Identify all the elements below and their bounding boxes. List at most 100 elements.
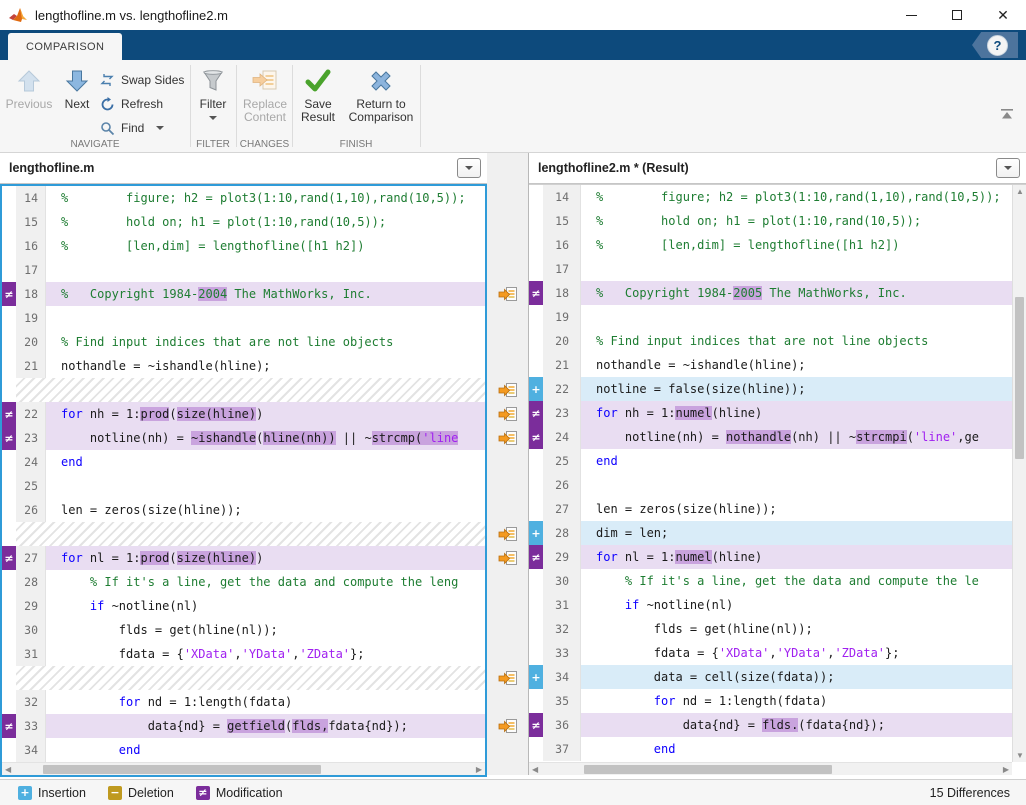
tab-comparison[interactable]: COMPARISON [8, 33, 122, 60]
insertion-marker: + [529, 521, 543, 545]
arrow-down-icon [63, 67, 91, 95]
code-text [46, 258, 485, 282]
chevron-down-icon [1004, 166, 1012, 170]
marker-spacer [2, 642, 16, 666]
code-line: 32 for nd = 1:length(fdata) [2, 690, 485, 714]
marker-spacer [529, 593, 543, 617]
scroll-left-icon[interactable]: ◀ [5, 765, 11, 774]
left-horizontal-scrollbar[interactable]: ◀ ▶ [2, 762, 485, 775]
merge-change-button[interactable] [498, 430, 518, 447]
marker-spacer [2, 450, 16, 474]
line-number: 27 [543, 497, 581, 521]
code-line: 26len = zeros(size(hline)); [2, 498, 485, 522]
modification-marker: ≠ [2, 402, 16, 426]
scrollbar-thumb[interactable] [43, 765, 321, 774]
code-text: for nh = 1:numel(hline) [581, 401, 1012, 425]
collapse-ribbon-button[interactable] [1000, 108, 1014, 120]
right-horizontal-scrollbar[interactable]: ◀ ▶ [529, 762, 1012, 775]
line-number: 32 [543, 617, 581, 641]
line-number: 20 [543, 329, 581, 353]
scroll-down-icon[interactable]: ▼ [1013, 751, 1026, 760]
minimize-icon [906, 15, 917, 16]
merge-change-button[interactable] [498, 718, 518, 735]
minimize-button[interactable] [888, 0, 934, 30]
close-button[interactable]: ✕ [980, 0, 1026, 30]
code-text: for nh = 1:prod(size(hline)) [46, 402, 485, 426]
code-text: end [46, 738, 485, 762]
refresh-icon [98, 96, 116, 112]
code-text: notline = false(size(hline)); [581, 377, 1012, 401]
line-number: 33 [543, 641, 581, 665]
code-line: 20% Find input indices that are not line… [529, 329, 1012, 353]
code-line: 34 end [2, 738, 485, 762]
merge-change-button[interactable] [498, 670, 518, 687]
code-text: nothandle = ~ishandle(hline); [46, 354, 485, 378]
line-number: 14 [543, 185, 581, 209]
left-pane-menu-button[interactable] [457, 158, 481, 178]
line-number: 20 [16, 330, 46, 354]
code-line: 32 flds = get(hline(nl)); [529, 617, 1012, 641]
line-number: 24 [543, 425, 581, 449]
modification-marker: ≠ [2, 282, 16, 306]
code-text: % hold on; h1 = plot(1:10,rand(10,5)); [581, 209, 1012, 233]
save-result-button[interactable]: Save Result [295, 62, 341, 124]
merge-change-button[interactable] [498, 550, 518, 567]
diff-placeholder-row [2, 666, 485, 690]
code-text: % Find input indices that are not line o… [46, 330, 485, 354]
help-button[interactable]: ? [972, 32, 1018, 58]
marker-spacer [529, 233, 543, 257]
code-text: for nd = 1:length(fdata) [581, 689, 1012, 713]
right-code-pane[interactable]: 14% figure; h2 = plot3(1:10,rand(1,10),r… [529, 184, 1026, 775]
line-number: 25 [16, 474, 46, 498]
marker-spacer [529, 209, 543, 233]
merge-change-button[interactable] [498, 382, 518, 399]
code-line: 19 [529, 305, 1012, 329]
scroll-right-icon[interactable]: ▶ [1003, 765, 1009, 774]
scroll-right-icon[interactable]: ▶ [476, 765, 482, 774]
legend-item-modification: ≠Modification [196, 786, 283, 800]
scrollbar-thumb[interactable] [584, 765, 832, 774]
code-text: data = cell(size(fdata)); [581, 665, 1012, 689]
scroll-left-icon[interactable]: ◀ [532, 765, 538, 774]
merge-change-button[interactable] [498, 406, 518, 423]
code-text: for nl = 1:numel(hline) [581, 545, 1012, 569]
return-to-comparison-button[interactable]: Return to Comparison [345, 62, 417, 124]
modification-marker: ≠ [529, 545, 543, 569]
filter-button[interactable]: Filter [193, 62, 233, 120]
filter-dropdown-caret[interactable] [209, 116, 217, 120]
scroll-up-icon[interactable]: ▲ [1013, 187, 1026, 196]
code-line: 24end [2, 450, 485, 474]
previous-button[interactable]: Previous [4, 62, 54, 111]
code-text [46, 306, 485, 330]
modification-marker: ≠ [529, 713, 543, 737]
code-text [581, 257, 1012, 281]
swap-sides-button[interactable]: Swap Sides [98, 68, 190, 92]
merge-change-button[interactable] [498, 526, 518, 543]
marker-spacer [529, 305, 543, 329]
section-label-finish: FINISH [293, 139, 419, 150]
line-number: 28 [16, 570, 46, 594]
replace-content-button[interactable]: Replace Content [239, 62, 291, 124]
left-code-pane[interactable]: 14% figure; h2 = plot3(1:10,rand(1,10),r… [0, 184, 487, 777]
ribbon-group-navigate: Previous Next Swap Sides [0, 60, 190, 152]
find-dropdown-caret[interactable] [156, 126, 164, 130]
code-line: 35 for nd = 1:length(fdata) [529, 689, 1012, 713]
maximize-button[interactable] [934, 0, 980, 30]
hatch-pattern [16, 378, 485, 402]
right-vertical-scrollbar[interactable]: ▲ ▼ [1012, 185, 1026, 762]
code-line: 25 [2, 474, 485, 498]
scrollbar-thumb[interactable] [1015, 297, 1024, 459]
marker-spacer [529, 641, 543, 665]
code-text: % figure; h2 = plot3(1:10,rand(1,10),ran… [46, 186, 485, 210]
right-pane-menu-button[interactable] [996, 158, 1020, 178]
code-text: flds = get(hline(nl)); [581, 617, 1012, 641]
code-line: 31 fdata = {'XData','YData','ZData'}; [2, 642, 485, 666]
next-button[interactable]: Next [58, 62, 96, 111]
line-number: 16 [543, 233, 581, 257]
legend-label: Modification [216, 786, 283, 800]
line-number: 16 [16, 234, 46, 258]
merge-change-button[interactable] [498, 286, 518, 303]
code-line: 37 end [529, 737, 1012, 761]
find-button[interactable]: Find [98, 116, 190, 140]
refresh-button[interactable]: Refresh [98, 92, 190, 116]
